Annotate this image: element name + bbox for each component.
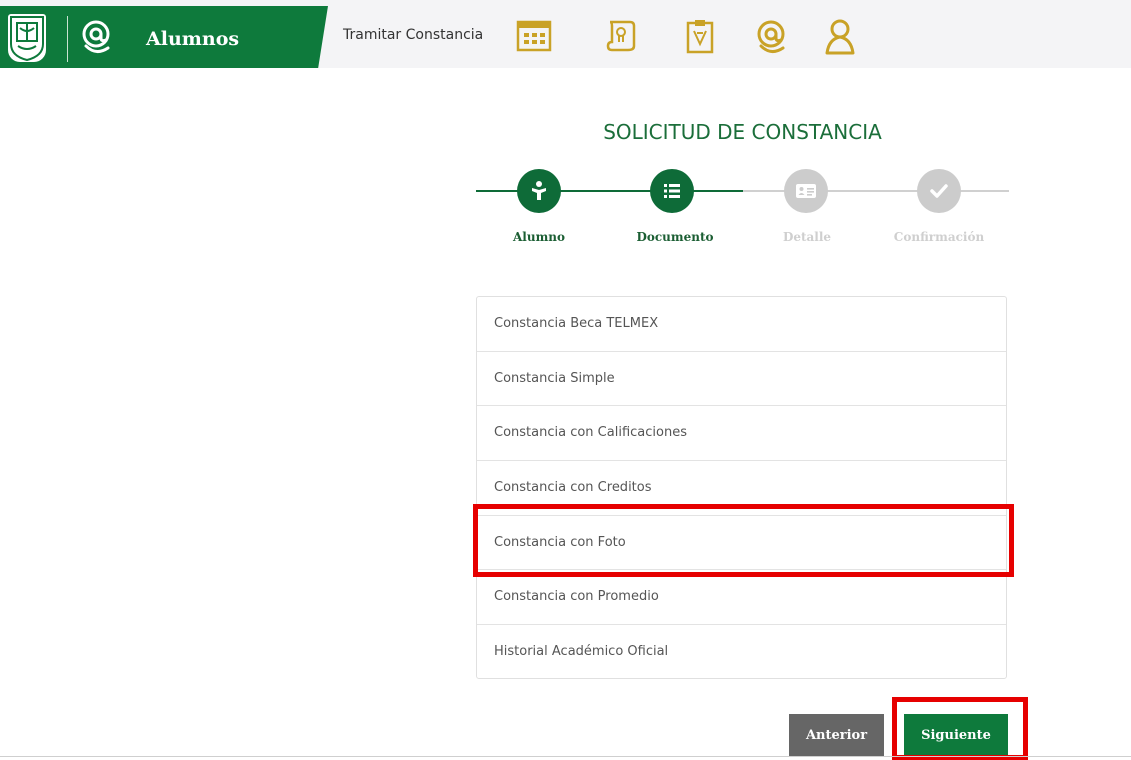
bottom-divider xyxy=(0,756,1131,757)
anterior-button[interactable]: Anterior xyxy=(789,714,884,757)
step-label-documento: Documento xyxy=(636,230,714,244)
clipboard-icon[interactable] xyxy=(683,18,717,54)
check-icon xyxy=(930,184,948,198)
document-type-list: Constancia Beca TELMEX Constancia Simple… xyxy=(476,296,1007,679)
list-item-foto[interactable]: Constancia con Foto xyxy=(477,516,1006,571)
step-label-confirmacion: Confirmación xyxy=(893,230,985,244)
list-item-historial[interactable]: Historial Académico Oficial xyxy=(477,625,1006,680)
siguiente-button[interactable]: Siguiente xyxy=(904,714,1008,757)
list-item-calificaciones[interactable]: Constancia con Calificaciones xyxy=(477,406,1006,462)
list-icon xyxy=(664,184,680,198)
list-item-creditos[interactable]: Constancia con Creditos xyxy=(477,461,1006,516)
step-confirmacion-circle[interactable] xyxy=(917,169,961,213)
brand-band: Alumnos xyxy=(0,6,328,68)
app-title: Alumnos xyxy=(146,28,240,50)
progress-line-pending xyxy=(743,190,1009,192)
list-item-promedio[interactable]: Constancia con Promedio xyxy=(477,570,1006,626)
step-detalle-circle[interactable] xyxy=(784,169,828,213)
calendar-icon[interactable] xyxy=(515,18,553,54)
step-alumno-circle[interactable] xyxy=(517,169,561,213)
certificate-scroll-icon[interactable] xyxy=(602,18,638,54)
top-navbar: Alumnos Tramitar Constancia xyxy=(0,0,1131,68)
list-item-beca-telmex[interactable]: Constancia Beca TELMEX xyxy=(477,297,1006,352)
app-logo-icon xyxy=(82,20,110,53)
at-sign-icon[interactable] xyxy=(753,18,789,56)
student-icon xyxy=(532,181,546,200)
id-card-icon xyxy=(796,184,816,198)
university-crest-logo xyxy=(8,14,46,62)
step-label-detalle: Detalle xyxy=(782,230,832,244)
step-label-alumno: Alumno xyxy=(512,230,566,244)
list-item-simple[interactable]: Constancia Simple xyxy=(477,352,1006,407)
brand-divider xyxy=(67,16,68,62)
tramitar-constancia-link[interactable]: Tramitar Constancia xyxy=(343,27,483,43)
user-icon[interactable] xyxy=(822,18,858,56)
page-title: SOLICITUD DE CONSTANCIA xyxy=(603,120,882,144)
step-documento-circle[interactable] xyxy=(650,169,694,213)
